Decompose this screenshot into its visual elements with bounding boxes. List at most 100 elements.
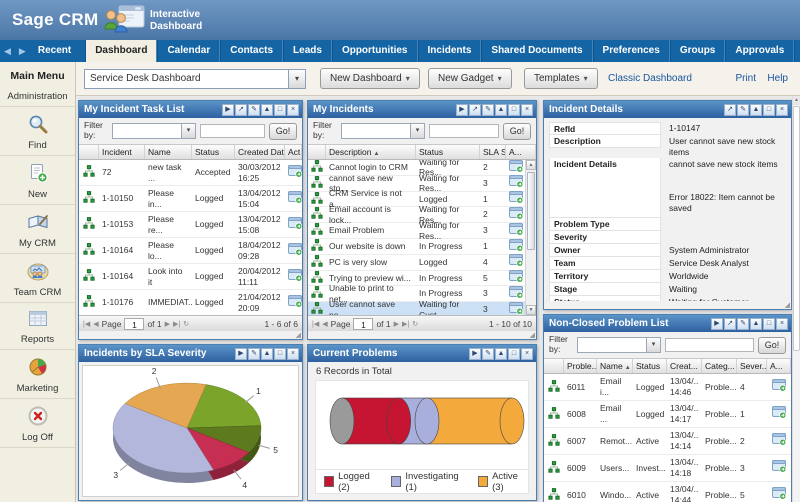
sidebar-item-log-off[interactable]: Log Off (0, 399, 75, 448)
last-page-icon[interactable]: ▶| (173, 320, 180, 328)
sidebar-item-reports[interactable]: Reports (0, 303, 75, 350)
action-icon[interactable] (285, 165, 302, 181)
edit-icon[interactable]: ✎ (248, 348, 260, 360)
column-header-status[interactable]: Status (192, 145, 235, 159)
table-row[interactable]: PC is very slowLogged4 (308, 255, 525, 271)
table-row[interactable]: 6011Email i...Logged13/04/.. 14:46Proble… (544, 374, 791, 401)
go-button[interactable]: Go! (503, 123, 531, 140)
maximize-icon[interactable]: □ (763, 104, 775, 116)
table-row[interactable]: 1-10164Look into itLogged20/04/2012 11:1… (79, 264, 302, 290)
sidebar-item-marketing[interactable]: Marketing (0, 350, 75, 399)
close-icon[interactable]: × (521, 104, 533, 116)
action-icon[interactable] (767, 433, 791, 449)
table-row[interactable]: Our website is downIn Progress1 (308, 239, 525, 255)
column-header-icon[interactable] (544, 359, 564, 373)
table-row[interactable]: 6009Users...Invest...13/04/.. 14:18Probl… (544, 455, 791, 482)
table-row[interactable]: Email ProblemWaiting for Res...3 (308, 223, 525, 239)
action-icon[interactable] (506, 270, 525, 286)
tab-dashboard[interactable]: Dashboard (85, 40, 157, 62)
column-header-incident[interactable]: Incident (99, 145, 145, 159)
link-icon[interactable]: ↗ (724, 104, 736, 116)
panel-header[interactable]: My Incident Task List ▶↗✎▲□× (79, 101, 302, 118)
link-icon[interactable]: ↗ (469, 104, 481, 116)
action-icon[interactable] (767, 406, 791, 422)
tab-contacts[interactable]: Contacts (220, 40, 283, 62)
back-arrow-icon[interactable]: ◀ (0, 40, 15, 62)
next-page-icon[interactable]: ▶ (394, 320, 399, 328)
column-header-status[interactable]: Status (416, 145, 480, 159)
dashboard-select[interactable]: Service Desk Dashboard ▾ (84, 69, 306, 89)
link-icon[interactable]: ↗ (724, 318, 736, 330)
close-icon[interactable]: × (287, 104, 299, 116)
column-header-a[interactable]: A... (767, 359, 791, 373)
resize-handle[interactable]: ◢ (785, 301, 790, 309)
table-row[interactable]: 1-10150Please in...Logged13/04/2012 15:0… (79, 186, 302, 212)
action-icon[interactable] (506, 175, 525, 191)
close-icon[interactable]: × (287, 348, 299, 360)
edit-icon[interactable]: ✎ (737, 104, 749, 116)
tab-opportunities[interactable]: Opportunities (332, 40, 418, 62)
table-row[interactable]: 1-10164Please lo...Logged18/04/2012 09:2… (79, 238, 302, 264)
action-icon[interactable] (285, 269, 302, 285)
action-icon[interactable] (506, 207, 525, 223)
column-header-a[interactable]: A... (506, 145, 536, 159)
table-row[interactable]: User cannot save ne...Waiting for Cust..… (308, 302, 525, 315)
sidebar-item-new[interactable]: New (0, 156, 75, 205)
tab-preferences[interactable]: Preferences (593, 40, 670, 62)
prev-page-icon[interactable]: ◀ (322, 320, 327, 328)
column-header-sla-sev[interactable]: SLA Sev... (480, 145, 506, 159)
column-header-act[interactable]: Act... (285, 145, 302, 159)
column-header-status[interactable]: Status (633, 359, 667, 373)
tab-shared-documents[interactable]: Shared Documents (481, 40, 592, 62)
sidebar-item-my-crm[interactable]: My CRM (0, 205, 75, 254)
action-icon[interactable] (767, 379, 791, 395)
go-button[interactable]: Go! (269, 123, 297, 140)
classic-dashboard-link[interactable]: Classic Dashboard (608, 73, 692, 84)
sidebar-item-team-crm[interactable]: Team CRM (0, 254, 75, 303)
tab-more[interactable]: ••• (794, 40, 800, 62)
bar-segment-active[interactable] (427, 398, 512, 444)
action-icon[interactable] (506, 286, 525, 302)
sidebar-item-find[interactable]: Find (0, 107, 75, 156)
last-page-icon[interactable]: ▶| (402, 320, 409, 328)
action-icon[interactable] (506, 254, 525, 270)
action-icon[interactable] (285, 191, 302, 207)
scroll-up-icon[interactable]: ▲ (526, 160, 536, 170)
play-icon[interactable]: ▶ (456, 104, 468, 116)
prev-page-icon[interactable]: ◀ (93, 320, 98, 328)
resize-handle[interactable]: ◢ (530, 331, 535, 339)
action-icon[interactable] (506, 239, 525, 255)
close-icon[interactable]: × (776, 104, 788, 116)
new-dashboard-button[interactable]: New Dashboard▾ (320, 68, 420, 89)
edit-icon[interactable]: ✎ (482, 104, 494, 116)
resize-handle[interactable]: ◢ (296, 331, 301, 339)
collapse-icon[interactable]: ▲ (495, 348, 507, 360)
maximize-icon[interactable]: □ (274, 104, 286, 116)
next-page-icon[interactable]: ▶ (165, 320, 170, 328)
maximize-icon[interactable]: □ (508, 104, 520, 116)
table-row[interactable]: 6010Windo...Active13/04/.. 14:44Proble..… (544, 482, 791, 502)
play-icon[interactable]: ▶ (469, 348, 481, 360)
column-header-creat[interactable]: Creat... (667, 359, 702, 373)
filter-input[interactable] (200, 124, 265, 138)
sidebar-item-administration[interactable]: Administration (0, 82, 75, 107)
maximize-icon[interactable]: □ (508, 348, 520, 360)
action-icon[interactable] (506, 302, 525, 315)
column-header-name[interactable]: Name (145, 145, 192, 159)
forward-arrow-icon[interactable]: ▶ (15, 40, 30, 62)
collapse-icon[interactable]: ▲ (750, 318, 762, 330)
filter-select[interactable]: ▾ (341, 123, 425, 139)
column-header-created-date[interactable]: Created Date (235, 145, 285, 159)
table-row[interactable]: 72new task ...Accepted30/03/2012 16:25 (79, 160, 302, 186)
tab-leads[interactable]: Leads (283, 40, 332, 62)
column-header-icon[interactable] (79, 145, 99, 159)
panel-header[interactable]: My Incidents ▶↗✎▲□× (308, 101, 536, 118)
table-row[interactable]: 1-10153Please re...Logged13/04/2012 15:0… (79, 212, 302, 238)
collapse-icon[interactable]: ▲ (750, 104, 762, 116)
close-icon[interactable]: × (521, 348, 533, 360)
templates-button[interactable]: Templates▾ (524, 68, 598, 89)
table-row[interactable]: 6008Email ...Logged13/04/.. 14:17Proble.… (544, 401, 791, 428)
action-icon[interactable] (506, 160, 525, 175)
filter-input[interactable] (429, 124, 499, 138)
filter-input[interactable] (665, 338, 754, 352)
